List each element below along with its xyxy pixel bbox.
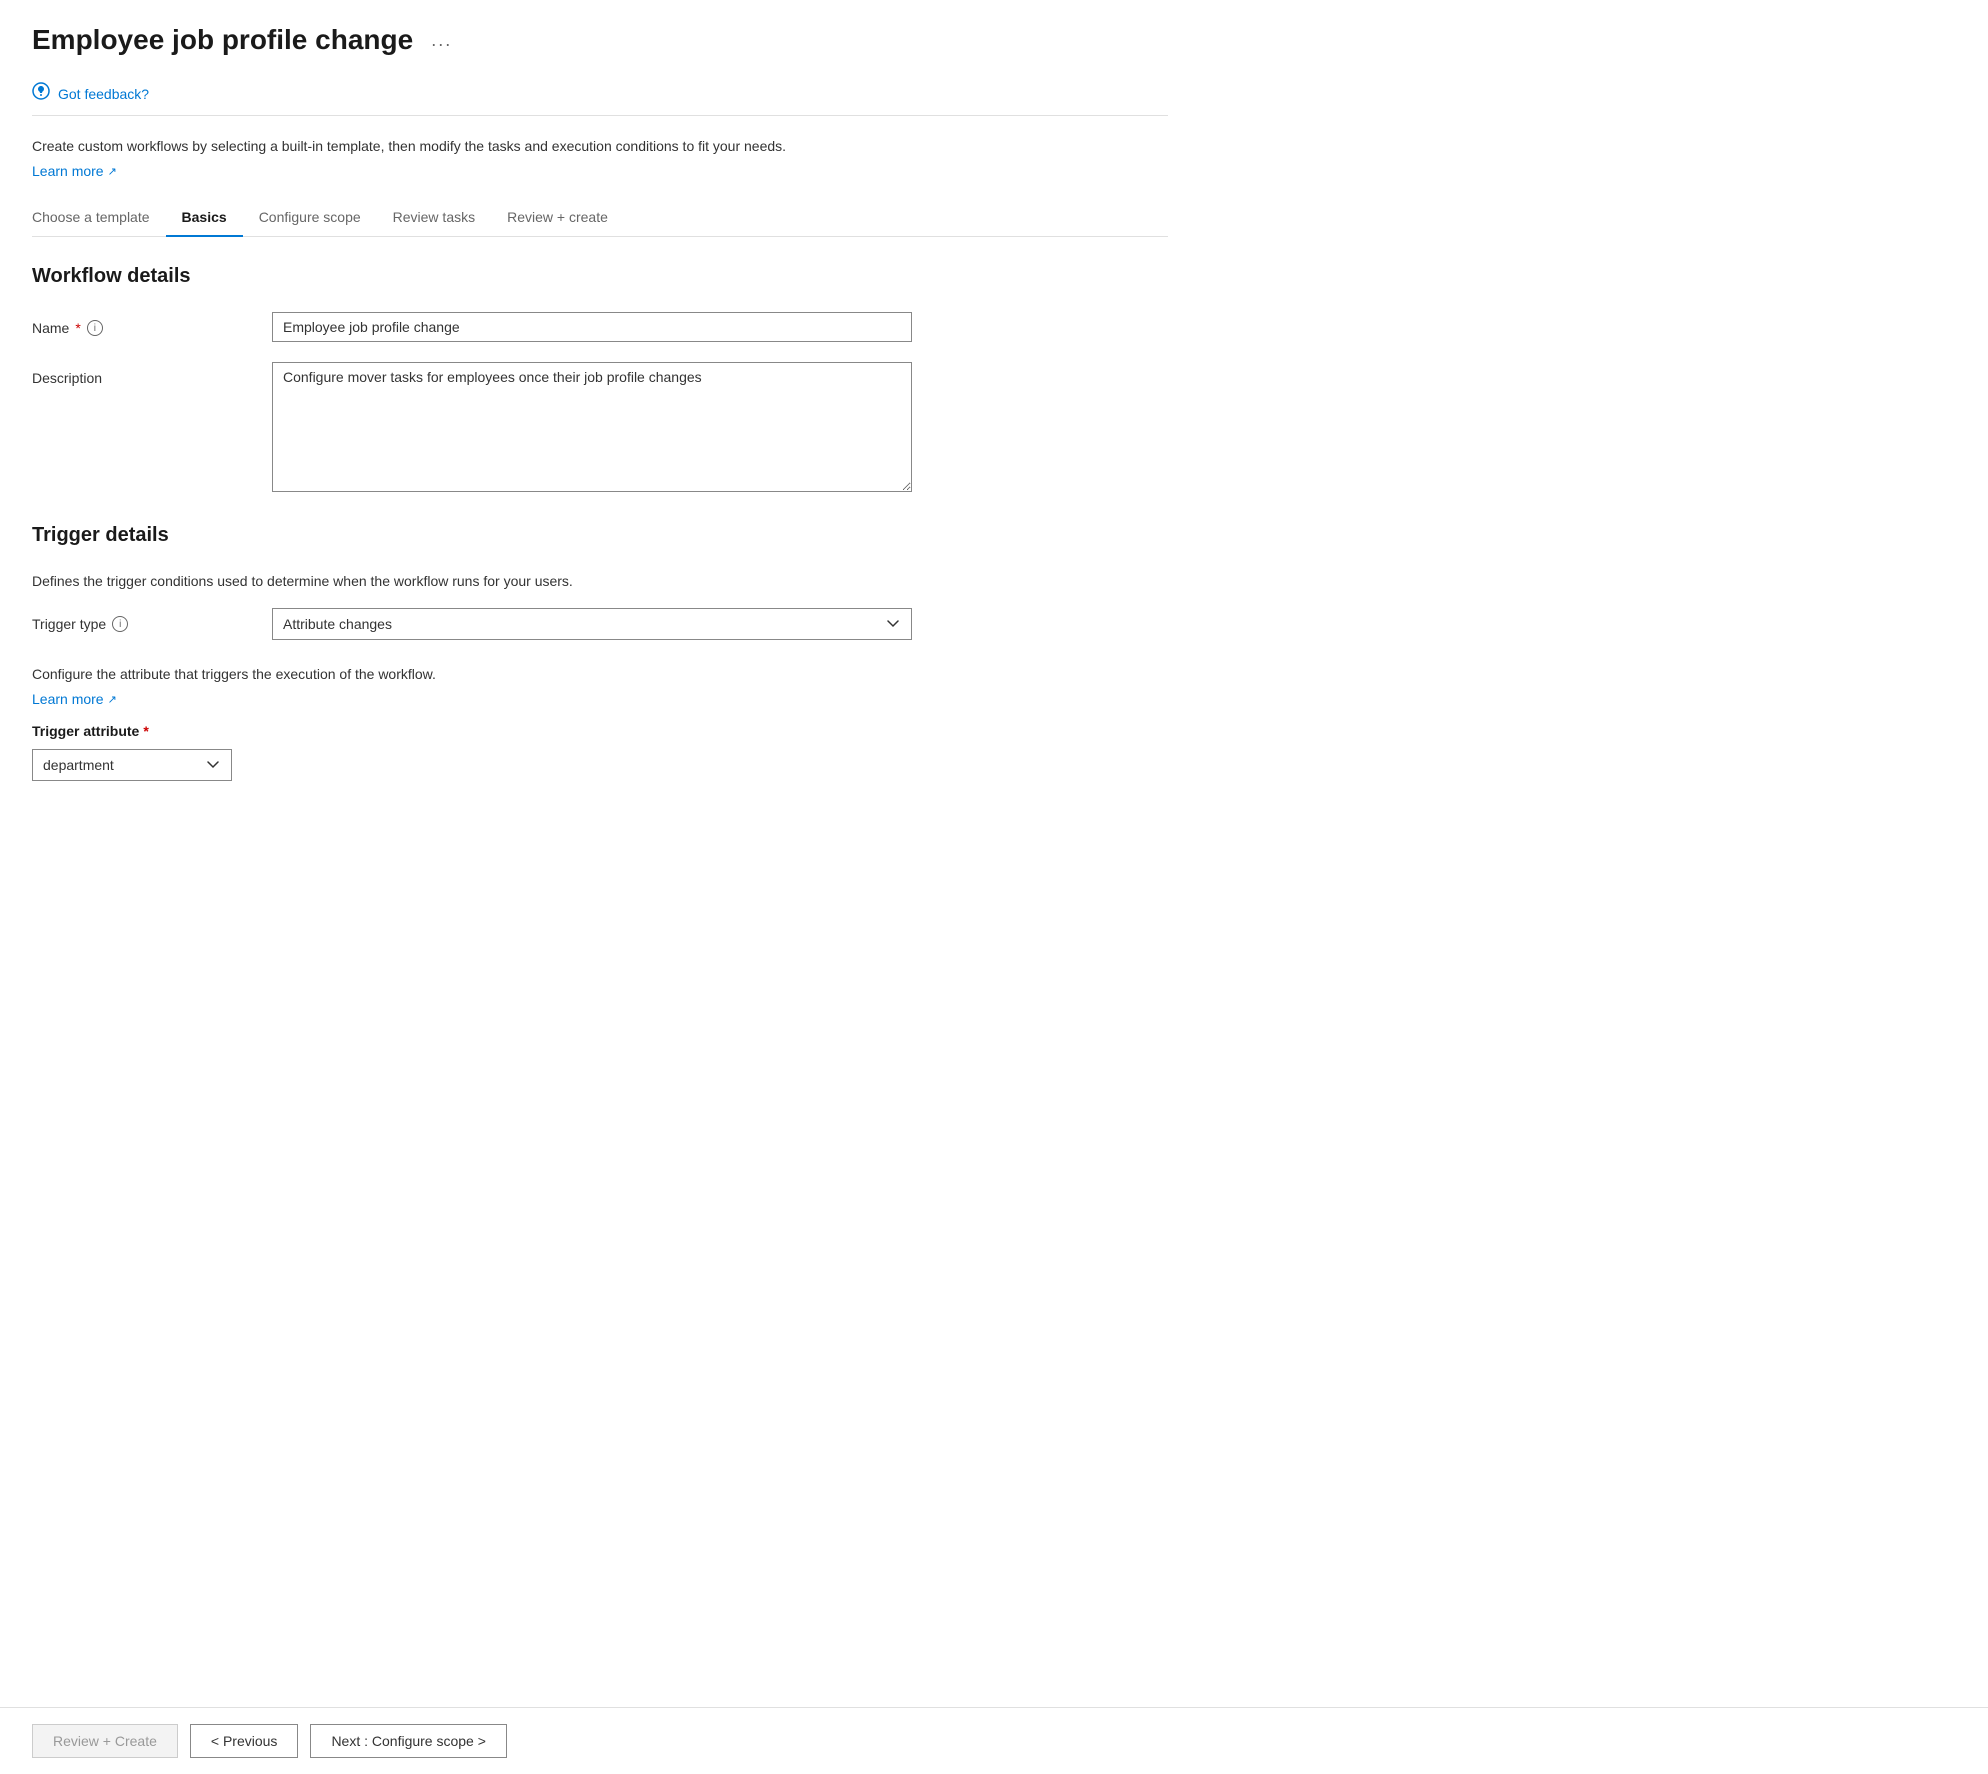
page-title: Employee job profile change [32, 24, 413, 56]
trigger-attr-select[interactable]: department jobTitle manager officeLocati… [32, 749, 232, 781]
tab-review-tasks[interactable]: Review tasks [377, 199, 491, 237]
description-textarea[interactable]: Configure mover tasks for employees once… [272, 362, 912, 492]
workflow-details-title: Workflow details [32, 265, 1168, 288]
tab-configure-scope[interactable]: Configure scope [243, 199, 377, 237]
trigger-attr-field: Trigger attribute * department jobTitle … [32, 723, 1168, 781]
trigger-details-title: Trigger details [32, 524, 1168, 547]
attr-description: Configure the attribute that triggers th… [32, 664, 1168, 685]
tab-review-create[interactable]: Review + create [491, 199, 624, 237]
ellipsis-menu-button[interactable]: ... [425, 28, 458, 53]
trigger-attr-section: Configure the attribute that triggers th… [32, 664, 1168, 781]
learn-more-link-trigger[interactable]: Learn more ↗ [32, 691, 117, 707]
name-info-icon[interactable]: i [87, 320, 103, 336]
learn-more-link-top[interactable]: Learn more ↗ [32, 163, 117, 179]
trigger-type-info-icon[interactable]: i [112, 616, 128, 632]
trigger-type-label: Trigger type i [32, 616, 252, 632]
external-link-icon-top: ↗ [108, 165, 117, 178]
page-description: Create custom workflows by selecting a b… [32, 136, 1168, 157]
next-button[interactable]: Next : Configure scope > [310, 1724, 506, 1758]
description-form-row: Description Configure mover tasks for em… [32, 362, 1168, 492]
feedback-label[interactable]: Got feedback? [58, 86, 149, 102]
workflow-details-section: Workflow details Name * i Description Co… [32, 265, 1168, 492]
trigger-type-select[interactable]: Attribute changes Scheduled On-demand [272, 608, 912, 640]
feedback-row: Got feedback? [32, 72, 1168, 116]
footer-bar: Review + Create < Previous Next : Config… [0, 1707, 1988, 1774]
trigger-description: Defines the trigger conditions used to d… [32, 571, 1168, 592]
review-create-button[interactable]: Review + Create [32, 1724, 178, 1758]
tabs-navigation: Choose a template Basics Configure scope… [32, 199, 1168, 237]
trigger-attr-required-star: * [143, 723, 148, 739]
trigger-type-row: Trigger type i Attribute changes Schedul… [32, 608, 1168, 640]
tab-basics[interactable]: Basics [166, 199, 243, 237]
feedback-icon [32, 82, 50, 105]
name-form-row: Name * i [32, 312, 1168, 342]
name-label: Name * i [32, 312, 252, 336]
trigger-details-section: Trigger details Defines the trigger cond… [32, 524, 1168, 781]
previous-button[interactable]: < Previous [190, 1724, 299, 1758]
external-link-icon-trigger: ↗ [108, 693, 117, 706]
trigger-attr-label: Trigger attribute * [32, 723, 1168, 739]
name-input[interactable] [272, 312, 912, 342]
page-header: Employee job profile change ... [32, 24, 1168, 56]
description-label: Description [32, 362, 252, 386]
tab-choose-template[interactable]: Choose a template [32, 199, 166, 237]
name-required-star: * [75, 320, 80, 336]
